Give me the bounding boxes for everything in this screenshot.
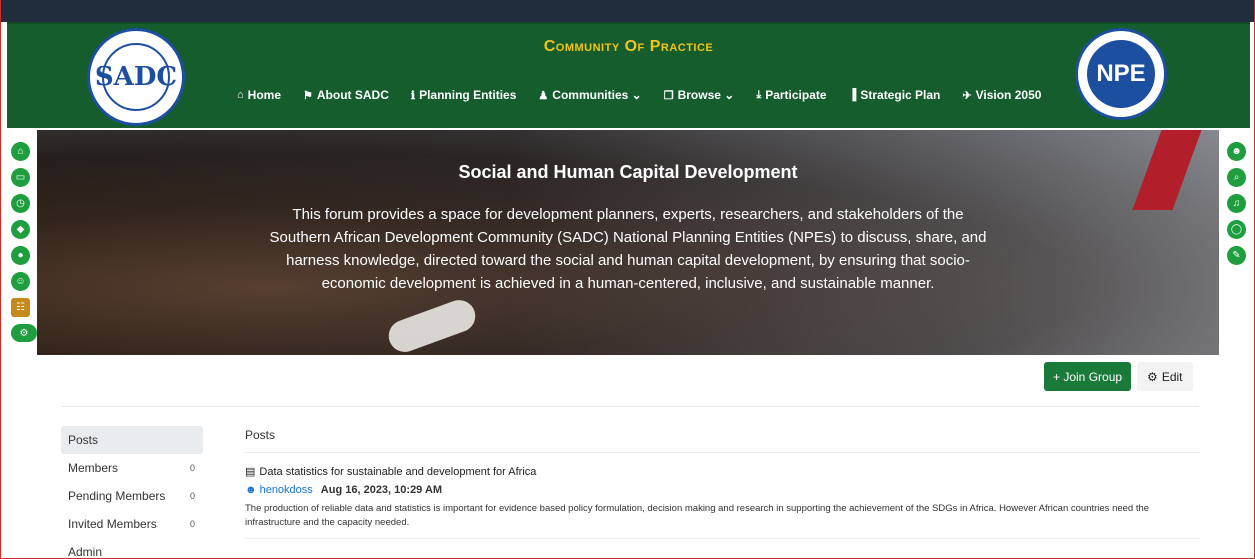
nav-home-label: Home (247, 88, 281, 102)
signal-icon: ▐ (848, 89, 857, 101)
group-title: Social and Human Capital Development (458, 162, 798, 182)
nav-browse[interactable]: ❐ Browse ⌄ (664, 88, 735, 102)
groups-icon[interactable]: ☷ (11, 298, 30, 317)
nav-strategic-label: Strategic Plan (860, 88, 941, 102)
user-avatar-icon: ☻ (245, 484, 257, 496)
document-icon: ▤ (245, 466, 256, 478)
menu-count: 0 (189, 491, 195, 501)
nav-browse-label: Browse ⌄ (677, 88, 735, 102)
post-excerpt: The production of reliable data and stat… (245, 503, 1150, 528)
home-icon[interactable]: ⌂ (11, 142, 30, 161)
bell-icon[interactable]: ♫ (1227, 194, 1246, 213)
clock-icon[interactable]: ◷ (11, 194, 30, 213)
top-strip (1, 0, 1254, 22)
left-quick-sidebar: ⌂ ▭ ◷ ◆ ● ☺ ☷ ⚙ (11, 142, 37, 342)
user-icon[interactable]: ☺ (11, 272, 30, 291)
nav-about-sadc[interactable]: ⚑ About SADC (303, 88, 389, 102)
menu-label: Invited Members (68, 517, 157, 531)
group-banner: Social and Human Capital Development Thi… (37, 130, 1219, 355)
nav-communities-label: Communities ⌄ (552, 88, 642, 102)
info-icon: ℹ (410, 89, 416, 102)
nav-planning-entities[interactable]: ℹ Planning Entities (411, 88, 517, 102)
inbox-icon[interactable]: ▭ (11, 168, 30, 187)
plane-icon: ✈ (962, 89, 972, 102)
posts-header: Posts (245, 420, 1200, 453)
nav-vision-label: Vision 2050 (975, 88, 1042, 102)
post-author: henokdoss (259, 484, 313, 496)
nav-vision-2050[interactable]: ✈ Vision 2050 (962, 88, 1041, 102)
nav-strategic-plan[interactable]: ▐ Strategic Plan (849, 88, 941, 102)
main-nav: ⌂ Home ⚑ About SADC ℹ Planning Entities ♟ Co… (237, 88, 1041, 102)
post-divider (245, 538, 1200, 539)
nav-participate-label: Participate (765, 88, 827, 102)
fire-icon[interactable]: ● (11, 246, 30, 265)
flag-icon: ⚑ (303, 89, 313, 102)
home-icon: ⌂ (237, 89, 244, 101)
right-quick-sidebar: ☻ ⌕ ♫ ◯ ✎ (1227, 142, 1246, 265)
menu-item-pending-members[interactable]: Pending Members 0 (61, 482, 203, 510)
window-icon: ❐ (663, 89, 674, 102)
menu-item-members[interactable]: Members 0 (61, 454, 203, 482)
menu-label: Pending Members (68, 489, 166, 503)
post-title-link[interactable]: ▤ Data statistics for sustainable and de… (245, 465, 1200, 479)
nav-about-label: About SADC (316, 88, 389, 102)
edit-label: Edit (1161, 369, 1183, 384)
tags-icon[interactable]: ◆ (11, 220, 30, 239)
site-header: SADC Community Of Practice ⌂ Home ⚑ About … (7, 22, 1250, 128)
search-icon[interactable]: ⌕ (1227, 168, 1246, 187)
nav-communities[interactable]: ♟ Communities ⌄ (538, 88, 641, 102)
group-description: This forum provides a space for developm… (269, 206, 987, 292)
menu-count: 0 (189, 463, 195, 473)
edit-button[interactable]: ⚙ Edit (1137, 362, 1193, 391)
join-group-button[interactable]: + Join Group (1044, 362, 1132, 391)
chat-icon[interactable]: ◯ (1227, 220, 1246, 239)
npe-logo-text: NPE (1087, 40, 1155, 108)
site-title: Community Of Practice (543, 38, 714, 55)
group-menu: Posts Members 0 Pending Members 0 Invited … (61, 426, 203, 559)
nav-planning-label: Planning Entities (419, 88, 517, 102)
nav-participate[interactable]: ⤓ Participate (756, 88, 826, 102)
menu-item-invited-members[interactable]: Invited Members 0 (61, 510, 203, 538)
menu-label: Posts (68, 433, 99, 447)
nav-home[interactable]: ⌂ Home (237, 88, 281, 102)
download-icon: ⤓ (756, 88, 762, 101)
banner-content: Social and Human Capital Development Thi… (37, 130, 1219, 355)
posts-panel: Posts ▤ Data statistics for sustainable … (245, 420, 1200, 539)
compose-icon[interactable]: ✎ (1227, 246, 1246, 265)
npe-logo[interactable]: NPE (1075, 28, 1167, 120)
post-date: Aug 16, 2023, 10:29 AM (320, 484, 443, 496)
post-author-link[interactable]: ☻ henokdoss (245, 484, 313, 496)
menu-label: Admin (68, 545, 103, 559)
menu-item-admin[interactable]: Admin (61, 538, 203, 559)
post-meta: ☻ henokdoss Aug 16, 2023, 10:29 AM (245, 484, 1200, 496)
profile-icon[interactable]: ☻ (1227, 142, 1246, 161)
menu-item-posts[interactable]: Posts (61, 426, 203, 454)
post-item: ▤ Data statistics for sustainable and de… (245, 453, 1200, 539)
cog-icon: ⚙ (1147, 369, 1158, 384)
menu-label: Members (68, 461, 119, 475)
post-title: Data statistics for sustainable and deve… (259, 465, 537, 478)
menu-count: 0 (189, 519, 195, 529)
page-frame: SADC Community Of Practice ⌂ Home ⚑ About … (0, 0, 1255, 559)
content-divider (61, 406, 1199, 407)
group-actions: + Join Group ⚙ Edit (1044, 362, 1193, 391)
users-icon: ♟ (538, 89, 549, 102)
cogs-icon[interactable]: ⚙ (11, 324, 37, 342)
